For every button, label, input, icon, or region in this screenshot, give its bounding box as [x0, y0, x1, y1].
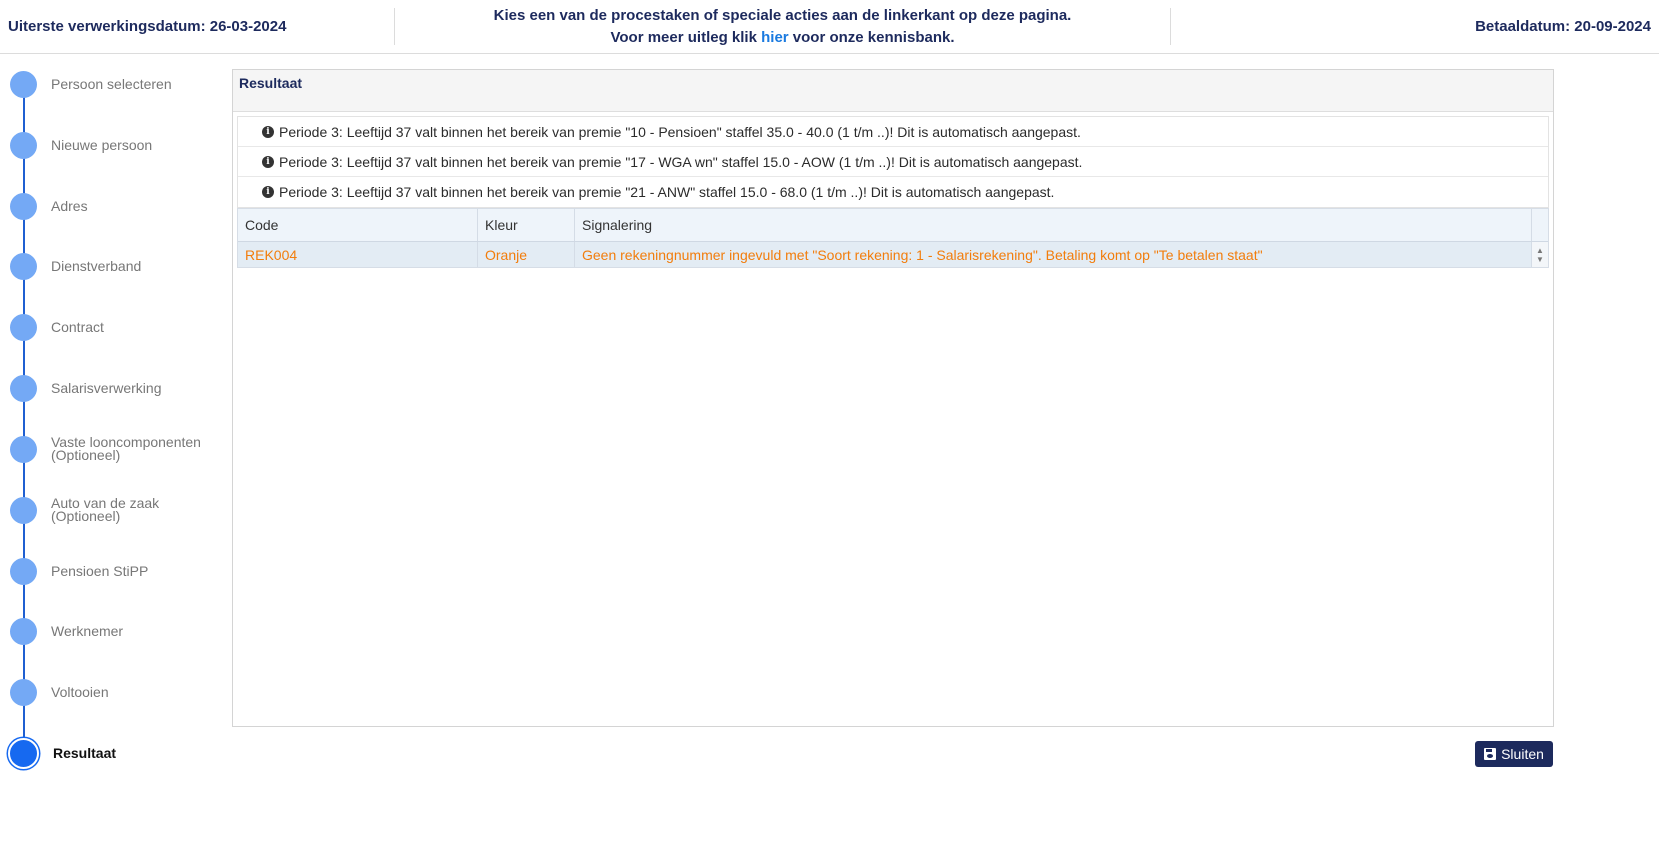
step-dot — [10, 678, 37, 706]
info-icon: i — [262, 155, 274, 168]
message-text: Periode 3: Leeftijd 37 valt binnen het b… — [279, 184, 1055, 200]
table-header: Code Kleur Signalering — [238, 209, 1548, 242]
step-dot — [10, 70, 37, 98]
top-header: Uiterste verwerkingsdatum: 26-03-2024 Ki… — [0, 0, 1659, 54]
step-contract[interactable]: Contract — [10, 312, 225, 342]
step-dot — [10, 313, 37, 341]
knowledge-base-link[interactable]: hier — [761, 29, 789, 46]
step-werknemer[interactable]: Werknemer — [10, 616, 225, 646]
header-scroll-spacer — [1532, 209, 1548, 241]
step-pensioen-stipp[interactable]: Pensioen StiPP — [10, 556, 225, 586]
step-dot — [10, 252, 37, 280]
instruction-text: Kies een van de procestaken of speciale … — [394, 6, 1171, 46]
scroll-down-icon[interactable]: ▼ — [1536, 255, 1544, 264]
close-button[interactable]: Sluiten — [1475, 741, 1553, 767]
step-label: Dienstverband — [51, 257, 142, 274]
step-dienstverband[interactable]: Dienstverband — [10, 251, 225, 281]
close-button-label: Sluiten — [1501, 746, 1544, 762]
step-label: Resultaat — [53, 744, 117, 761]
step-adres[interactable]: Adres — [10, 191, 225, 221]
info-icon: i — [262, 186, 274, 198]
step-label: Contract — [51, 318, 104, 335]
step-label: Werknemer — [51, 622, 124, 639]
step-voltooien[interactable]: Voltooien — [10, 677, 225, 707]
column-header-code[interactable]: Code — [238, 209, 478, 241]
step-vaste-looncomponenten[interactable]: Vaste looncomponenten (Optioneel) — [10, 434, 225, 464]
step-label: Vaste looncomponenten (Optioneel) — [51, 434, 201, 463]
step-label: Pensioen StiPP — [51, 562, 149, 579]
step-label: Adres — [51, 197, 88, 214]
step-label: Nieuwe persoon — [51, 136, 153, 153]
step-salarisverwerking[interactable]: Salarisverwerking — [10, 373, 225, 403]
step-dot — [10, 374, 37, 402]
message-text: Periode 3: Leeftijd 37 valt binnen het b… — [279, 123, 1081, 140]
instruction-line-2: Voor meer uitleg klik hier voor onze ken… — [611, 27, 955, 49]
step-label: Voltooien — [51, 683, 109, 700]
column-header-kleur[interactable]: Kleur — [478, 209, 575, 241]
payment-date: Betaaldatum: 20-09-2024 — [1475, 18, 1651, 35]
cell-signalering: Geen rekeningnummer ingevuld met "Soort … — [575, 242, 1532, 267]
step-resultaat[interactable]: Resultaat — [8, 737, 225, 769]
step-dot — [10, 435, 37, 463]
process-stepper: Persoon selecteren Nieuwe persoon Adres … — [0, 54, 230, 850]
step-label: Auto van de zaak (Optioneel) — [51, 495, 160, 524]
step-label: Salarisverwerking — [51, 379, 162, 396]
column-header-signalering[interactable]: Signalering — [575, 209, 1532, 241]
table-row[interactable]: REK004 Oranje Geen rekeningnummer ingevu… — [238, 242, 1548, 267]
info-icon: i — [262, 125, 274, 138]
step-dot — [10, 496, 37, 524]
scroll-up-icon[interactable]: ▲ — [1536, 246, 1544, 255]
step-nieuwe-persoon[interactable]: Nieuwe persoon — [10, 130, 225, 160]
cell-kleur: Oranje — [478, 242, 575, 267]
step-dot-active — [8, 737, 39, 769]
signals-table: Code Kleur Signalering REK004 Oranje Gee… — [237, 208, 1549, 268]
stepper-connector-line — [23, 84, 25, 754]
info-message: i Periode 3: Leeftijd 37 valt binnen het… — [238, 117, 1548, 147]
step-auto-van-de-zaak[interactable]: Auto van de zaak (Optioneel) — [10, 495, 225, 525]
step-dot — [10, 557, 37, 585]
step-dot — [10, 131, 37, 159]
instruction-prefix: Voor meer uitleg klik — [610, 28, 762, 46]
instruction-suffix: voor onze kennisbank. — [788, 28, 955, 46]
info-message: i Periode 3: Leeftijd 37 valt binnen het… — [238, 147, 1548, 177]
step-dot — [10, 192, 37, 220]
instruction-line-1: Kies een van de procestaken of speciale … — [493, 6, 1072, 24]
info-message: i Periode 3: Leeftijd 37 valt binnen het… — [238, 177, 1548, 207]
save-icon — [1484, 748, 1497, 760]
step-persoon-selecteren[interactable]: Persoon selecteren — [10, 69, 225, 99]
panel-title: Resultaat — [233, 70, 1553, 112]
table-scrollbar[interactable]: ▲ ▼ — [1532, 242, 1548, 267]
step-dot — [10, 617, 37, 645]
message-text: Periode 3: Leeftijd 37 valt binnen het b… — [279, 153, 1083, 170]
step-label: Persoon selecteren — [51, 75, 172, 92]
message-list: i Periode 3: Leeftijd 37 valt binnen het… — [237, 116, 1549, 208]
deadline-date: Uiterste verwerkingsdatum: 26-03-2024 — [8, 18, 287, 35]
cell-code: REK004 — [238, 242, 478, 267]
result-panel: Resultaat i Periode 3: Leeftijd 37 valt … — [232, 69, 1554, 727]
